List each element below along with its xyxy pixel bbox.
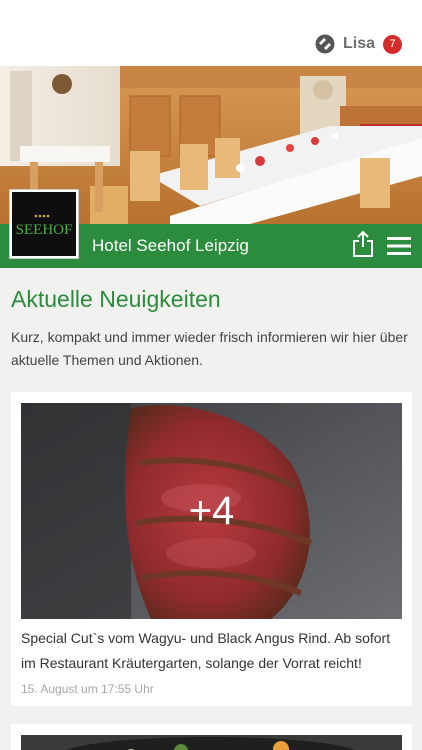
hotel-name: Hotel Seehof Leipzig: [92, 236, 249, 255]
more-images-count: +4: [188, 488, 235, 533]
news-card[interactable]: [11, 724, 412, 750]
section-intro: Kurz, kompakt und immer wieder frisch in…: [11, 329, 408, 368]
news-text: Special Cut`s vom Wagyu- und Black Angus…: [21, 630, 391, 671]
user-menu[interactable]: Lisa 7: [315, 34, 402, 54]
user-logo-icon: [315, 34, 335, 54]
hamburger-menu-icon[interactable]: [387, 236, 411, 256]
news-image[interactable]: [21, 735, 402, 750]
section-title: Aktuelle Neuigkeiten: [11, 286, 221, 312]
news-section: Aktuelle Neuigkeiten Kurz, kompakt und i…: [0, 268, 422, 750]
notification-badge[interactable]: 7: [383, 34, 402, 54]
hotel-logo: SEEHOF: [10, 190, 78, 258]
status-bar: Lisa 7: [0, 0, 422, 66]
share-icon[interactable]: [351, 230, 375, 258]
news-date: 15. August um 17:55 Uhr: [21, 682, 154, 696]
news-image[interactable]: +4: [21, 403, 402, 619]
news-card[interactable]: +4 Special Cut`s vom Wagyu- und Black An…: [11, 392, 412, 706]
logo-wordmark: SEEHOF: [16, 222, 73, 238]
user-name: Lisa: [342, 35, 375, 52]
